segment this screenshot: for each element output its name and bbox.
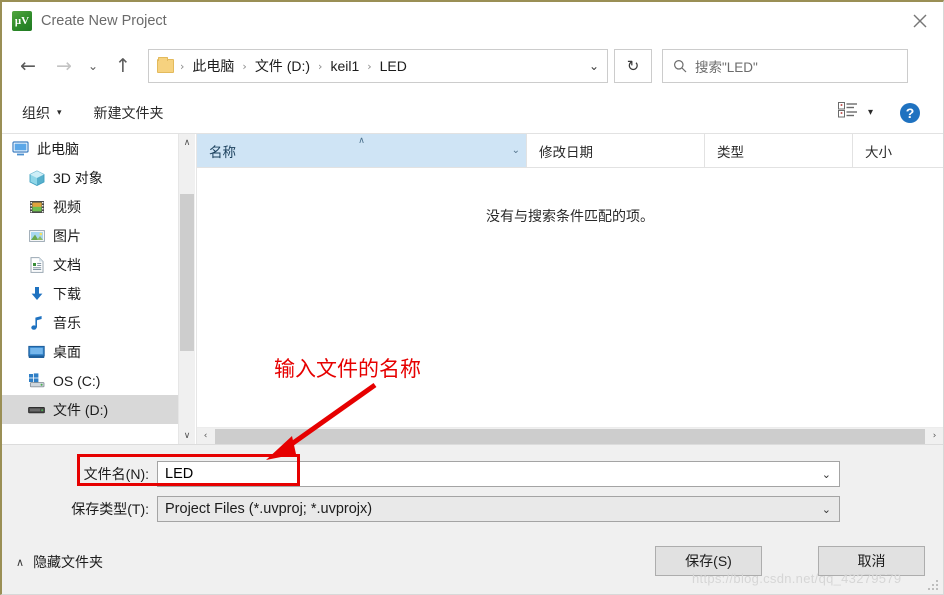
watermark: https://blog.csdn.net/qq_43279579: [692, 571, 902, 586]
sidebar-item-3d-objects[interactable]: 3D 对象: [2, 163, 178, 192]
search-placeholder: 搜索"LED": [695, 60, 758, 75]
folder-icon: [157, 57, 174, 73]
sidebar-item-label: 图片: [53, 227, 81, 244]
sidebar-item-label: 下载: [53, 285, 81, 302]
back-icon[interactable]: ←: [13, 51, 43, 81]
sidebar-item-label: 文档: [53, 256, 81, 273]
chevron-down-icon[interactable]: ⌄: [822, 468, 831, 481]
breadcrumb-item-led[interactable]: LED: [378, 58, 409, 74]
chevron-down-icon[interactable]: ⌄: [822, 503, 831, 516]
documents-icon: [28, 256, 45, 273]
navigation-bar: ← → ⌄ ↑ › 此电脑 › 文件 (D:) › keil1 › LED ⌄ …: [2, 40, 943, 92]
os-drive-icon: [28, 372, 45, 389]
column-header-label: 类型: [717, 144, 744, 160]
column-header-date-modified[interactable]: 修改日期: [527, 134, 705, 167]
sidebar-item-videos[interactable]: 视频: [2, 192, 178, 221]
hide-folders-toggle[interactable]: ∧ 隐藏文件夹: [16, 552, 103, 572]
empty-list-message: 没有与搜索条件匹配的项。: [486, 208, 654, 224]
breadcrumb-separator: ›: [318, 59, 323, 73]
search-icon: [673, 59, 687, 73]
desktop-icon: [28, 343, 45, 360]
scroll-left-icon[interactable]: ‹: [197, 431, 214, 441]
filetype-label: 保存类型(T):: [71, 501, 149, 517]
sidebar-item-this-pc[interactable]: 此电脑: [2, 134, 178, 163]
create-new-project-dialog: μV Create New Project ← → ⌄ ↑ › 此电脑 › 文件…: [0, 0, 944, 595]
scroll-down-icon[interactable]: ∨: [179, 427, 195, 444]
breadcrumb-item-drive-d[interactable]: 文件 (D:): [253, 56, 312, 76]
hide-folders-label: 隐藏文件夹: [33, 554, 104, 570]
sidebar-scrollbar[interactable]: ∧ ∨: [178, 134, 195, 444]
close-icon[interactable]: [897, 2, 943, 40]
column-chevron-down-icon[interactable]: ⌄: [512, 145, 520, 156]
file-list-header: ∧ 名称 ⌄ 修改日期 类型 大小: [197, 134, 943, 168]
keil-uvision-icon: μV: [12, 11, 32, 31]
sidebar-item-label: 文件 (D:): [53, 401, 109, 418]
chevron-down-icon[interactable]: ⌄: [83, 51, 103, 81]
command-bar: 组织 ▾ 新建文件夹 ▾ ?: [2, 92, 943, 134]
filetype-value: Project Files (*.uvproj; *.uvprojx): [165, 501, 373, 517]
annotation-highlight-box: [77, 454, 300, 486]
sidebar-item-desktop[interactable]: 桌面: [2, 337, 178, 366]
computer-icon: [12, 140, 29, 157]
breadcrumb-item-this-pc[interactable]: 此电脑: [190, 56, 236, 76]
column-header-type[interactable]: 类型: [705, 134, 853, 167]
breadcrumb-separator: ›: [242, 59, 247, 73]
scroll-right-icon[interactable]: ›: [926, 431, 943, 441]
forward-icon[interactable]: →: [49, 51, 79, 81]
search-input[interactable]: 搜索"LED": [662, 49, 908, 83]
scroll-up-icon[interactable]: ∧: [179, 134, 195, 151]
window-title: Create New Project: [41, 13, 167, 29]
svg-text:?: ?: [906, 105, 915, 121]
column-header-label: 名称: [209, 144, 236, 160]
breadcrumb-separator: ›: [367, 59, 372, 73]
sidebar-item-downloads[interactable]: 下载: [2, 279, 178, 308]
music-icon: [28, 314, 45, 331]
annotation-text: 输入文件的名称: [274, 358, 421, 381]
refresh-icon[interactable]: ↻: [614, 49, 652, 83]
title-bar: μV Create New Project: [2, 2, 943, 40]
help-icon[interactable]: ?: [899, 102, 921, 124]
breadcrumb-separator: ›: [180, 59, 185, 73]
address-bar[interactable]: › 此电脑 › 文件 (D:) › keil1 › LED ⌄: [148, 49, 608, 83]
view-mode-group[interactable]: ▾: [837, 102, 873, 123]
new-folder-button[interactable]: 新建文件夹: [94, 103, 164, 123]
view-chevron-down-icon[interactable]: ▾: [868, 107, 873, 118]
organize-button[interactable]: 组织 ▾: [22, 103, 62, 123]
filetype-row: 保存类型(T): Project Files (*.uvproj; *.uvpr…: [2, 496, 943, 522]
column-header-name[interactable]: ∧ 名称 ⌄: [197, 134, 527, 167]
address-chevron-down-icon[interactable]: ⌄: [589, 59, 599, 73]
sidebar-item-drive-d[interactable]: 文件 (D:): [2, 395, 178, 424]
downloads-icon: [28, 285, 45, 302]
sidebar-item-label: 视频: [53, 198, 81, 215]
chevron-up-icon: ∧: [16, 555, 25, 569]
sidebar-item-os-drive-c[interactable]: OS (C:): [2, 366, 178, 395]
sidebar-item-pictures[interactable]: 图片: [2, 221, 178, 250]
sidebar-item-label: 桌面: [53, 343, 81, 360]
column-header-label: 大小: [865, 144, 892, 160]
pictures-icon: [28, 227, 45, 244]
sidebar-scrollbar-thumb[interactable]: [180, 194, 194, 351]
sidebar-item-label: OS (C:): [53, 372, 101, 389]
sidebar-item-label: 3D 对象: [53, 169, 103, 186]
column-header-label: 修改日期: [539, 144, 593, 160]
3d-objects-icon: [28, 169, 45, 186]
navigation-pane: 此电脑 3D 对象 视频 图片 文档 下载 音乐 桌面 OS (C:) 文件 (…: [2, 134, 178, 444]
up-icon[interactable]: ↑: [108, 51, 138, 81]
videos-icon: [28, 198, 45, 215]
organize-label: 组织: [22, 104, 50, 121]
breadcrumb-item-keil1[interactable]: keil1: [328, 58, 361, 74]
sidebar-item-music[interactable]: 音乐: [2, 308, 178, 337]
sidebar-item-documents[interactable]: 文档: [2, 250, 178, 279]
column-header-size[interactable]: 大小: [853, 134, 943, 167]
sort-ascending-icon: ∧: [358, 136, 365, 146]
drive-icon: [28, 401, 45, 418]
chevron-down-icon: ▾: [57, 107, 62, 118]
view-list-icon[interactable]: [837, 102, 858, 123]
filetype-select[interactable]: Project Files (*.uvproj; *.uvprojx) ⌄: [157, 496, 840, 522]
sidebar-item-label: 此电脑: [37, 140, 79, 157]
resize-grip[interactable]: [928, 579, 940, 591]
sidebar-item-label: 音乐: [53, 314, 81, 331]
app-icon-glyph: μV: [14, 14, 30, 27]
